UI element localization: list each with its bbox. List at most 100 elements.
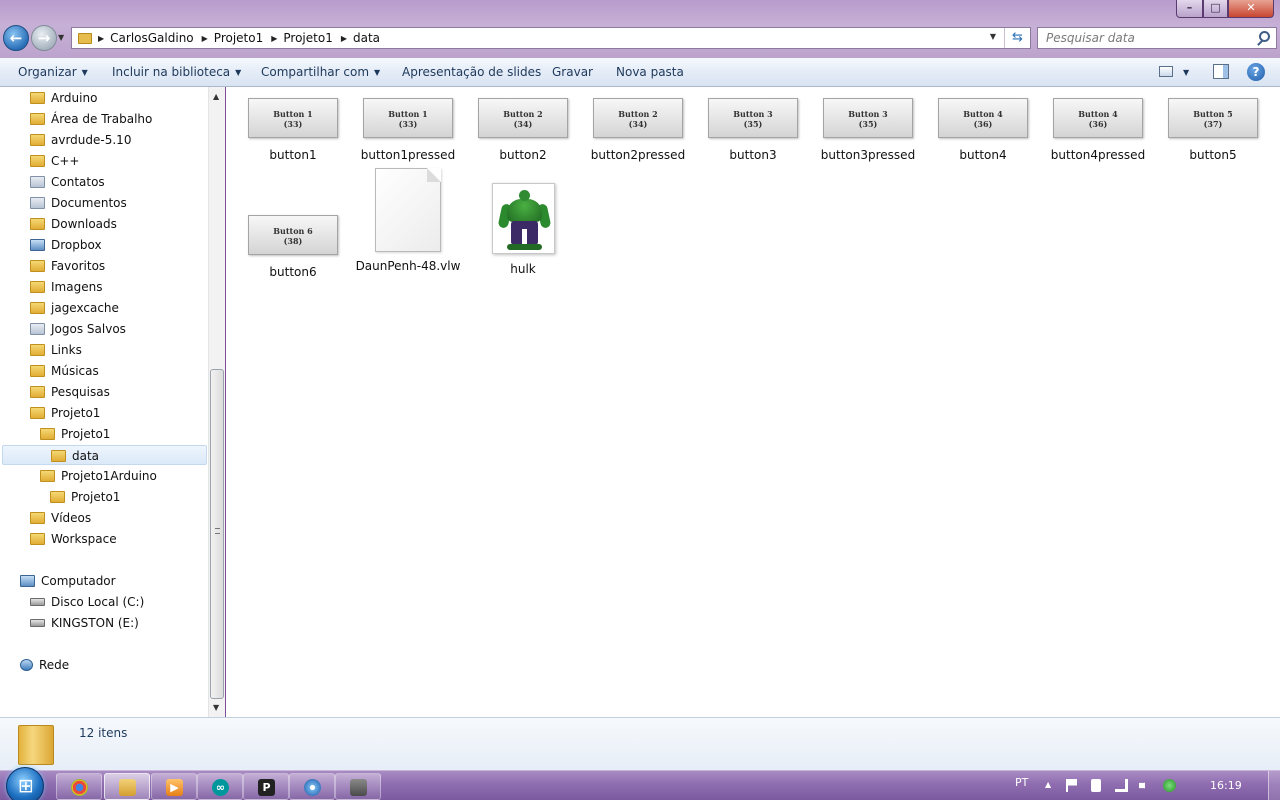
taskbar-chrome[interactable]	[56, 773, 102, 800]
power-icon[interactable]	[1091, 779, 1101, 792]
chevron-right-icon[interactable]: ▶	[98, 34, 104, 43]
folder-icon	[30, 134, 45, 146]
minimize-button[interactable]: –	[1176, 0, 1203, 18]
file-item-button2pressed[interactable]: Button 2 (34) button2pressed	[583, 98, 693, 162]
show-hidden-icons-icon[interactable]: ▲	[1045, 780, 1051, 789]
start-button[interactable]	[6, 767, 45, 800]
sidebar-item-avrdude[interactable]: avrdude-5.10	[30, 130, 131, 150]
sidebar-item-links[interactable]: Links	[30, 340, 82, 360]
search-input[interactable]	[1038, 28, 1238, 48]
sidebar-item-dropbox[interactable]: Dropbox	[30, 235, 102, 255]
include-library-label: Incluir na biblioteca	[112, 65, 231, 79]
taskbar-app[interactable]	[335, 773, 381, 800]
scroll-down-icon[interactable]: ▼	[213, 703, 219, 712]
scrollbar-thumb[interactable]	[210, 369, 224, 699]
file-item-button1pressed[interactable]: Button 1 (33) button1pressed	[353, 98, 463, 162]
file-item-button1[interactable]: Button 1 (33) button1	[238, 98, 348, 162]
sidebar-item-rede[interactable]: Rede	[20, 655, 69, 675]
sidebar-item-pesquisas[interactable]: Pesquisas	[30, 382, 110, 402]
generic-file-icon	[375, 168, 441, 252]
sidebar-item-computador[interactable]: Computador	[20, 571, 116, 591]
navigation-scrollbar[interactable]: ▲ ▼	[208, 87, 225, 717]
breadcrumb-carlosgaldino[interactable]: CarlosGaldino	[110, 31, 193, 45]
sidebar-item-label: Links	[51, 343, 82, 357]
action-center-flag-icon[interactable]	[1066, 779, 1077, 792]
file-item-button4pressed[interactable]: Button 4 (36) button4pressed	[1043, 98, 1153, 162]
sidebar-item-disco-local[interactable]: Disco Local (C:)	[30, 592, 144, 612]
sidebar-item-label: Workspace	[51, 532, 117, 546]
sidebar-item-imagens[interactable]: Imagens	[30, 277, 102, 297]
new-folder-button[interactable]: Nova pasta	[616, 65, 684, 79]
sidebar-item-projeto1arduino[interactable]: Projeto1Arduino	[40, 466, 157, 486]
scroll-up-icon[interactable]: ▲	[213, 92, 219, 101]
file-item-button2[interactable]: Button 2 (34) button2	[468, 98, 578, 162]
hulk-head	[518, 190, 530, 201]
usb-drive-icon	[30, 619, 45, 627]
back-arrow-icon: ←	[9, 29, 23, 47]
contacts-icon	[30, 176, 45, 188]
breadcrumb-projeto1[interactable]: Projeto1	[214, 31, 263, 45]
chevron-down-icon[interactable]: ▼	[1183, 68, 1189, 77]
address-bar[interactable]: ▶ CarlosGaldino ▶ Projeto1 ▶ Projeto1 ▶ …	[71, 27, 1031, 49]
file-item-button4[interactable]: Button 4 (36) button4	[928, 98, 1038, 162]
burn-button[interactable]: Gravar	[552, 65, 593, 79]
change-view-icon[interactable]	[1159, 66, 1173, 77]
sidebar-item-kingston[interactable]: KINGSTON (E:)	[30, 613, 139, 633]
tray-app-icon[interactable]	[1163, 779, 1176, 792]
file-item-button3pressed[interactable]: Button 3 (35) button3pressed	[813, 98, 923, 162]
share-with-menu[interactable]: Compartilhar com ▼	[261, 65, 380, 79]
sidebar-item-arduino[interactable]: Arduino	[30, 88, 97, 108]
language-indicator[interactable]: PT	[1015, 776, 1028, 789]
breadcrumb-projeto1-sub[interactable]: Projeto1	[283, 31, 332, 45]
sidebar-item-contatos[interactable]: Contatos	[30, 172, 105, 192]
help-icon[interactable]: ?	[1247, 63, 1265, 81]
sidebar-item-videos[interactable]: Vídeos	[30, 508, 91, 528]
taskbar-media-player[interactable]: ▶	[151, 773, 197, 800]
sidebar-item-documentos[interactable]: Documentos	[30, 193, 127, 213]
chevron-right-icon[interactable]: ▶	[341, 34, 347, 43]
recent-pages-dropdown[interactable]: ▼	[58, 33, 64, 42]
maximize-button[interactable]: □	[1203, 0, 1228, 18]
sidebar-item-jogos-salvos[interactable]: Jogos Salvos	[30, 319, 126, 339]
taskbar-explorer[interactable]	[104, 773, 150, 800]
organize-menu[interactable]: Organizar ▼	[18, 65, 88, 79]
address-dropdown-icon[interactable]: ▼	[990, 32, 996, 41]
clock[interactable]: 16:19	[1210, 779, 1242, 792]
volume-icon[interactable]	[1139, 779, 1152, 792]
sidebar-item-data[interactable]: data	[2, 445, 207, 465]
file-item-button3[interactable]: Button 3 (35) button3	[698, 98, 808, 162]
refresh-button[interactable]: ⇆	[1004, 28, 1030, 48]
chevron-right-icon[interactable]: ▶	[271, 34, 277, 43]
sidebar-item-projeto1-arduino-sub[interactable]: Projeto1	[50, 487, 120, 507]
sidebar-item-cpp[interactable]: C++	[30, 151, 80, 171]
search-icon[interactable]	[1259, 31, 1270, 42]
sidebar-item-downloads[interactable]: Downloads	[30, 214, 117, 234]
sidebar-item-favoritos[interactable]: Favoritos	[30, 256, 105, 276]
file-item-daunpenh[interactable]: DaunPenh-48.vlw	[353, 168, 463, 273]
explorer-icon	[119, 779, 136, 796]
file-item-button6[interactable]: Button 6 (38) button6	[238, 215, 348, 279]
search-box[interactable]	[1037, 27, 1277, 49]
sidebar-item-workspace[interactable]: Workspace	[30, 529, 117, 549]
file-item-hulk[interactable]: hulk	[468, 183, 578, 276]
sidebar-item-projeto1[interactable]: Projeto1	[30, 403, 100, 423]
include-library-menu[interactable]: Incluir na biblioteca ▼	[112, 65, 241, 79]
close-button[interactable]: ✕	[1228, 0, 1274, 18]
sidebar-item-label: Projeto1	[71, 490, 121, 504]
taskbar-arduino[interactable]: ∞	[197, 773, 243, 800]
slideshow-button[interactable]: Apresentação de slides	[402, 65, 541, 79]
sidebar-item-area-de-trabalho[interactable]: Área de Trabalho	[30, 109, 152, 129]
show-desktop-button[interactable]	[1268, 771, 1280, 800]
breadcrumb-data[interactable]: data	[353, 31, 380, 45]
chevron-right-icon[interactable]: ▶	[202, 34, 208, 43]
preview-pane-icon[interactable]	[1213, 64, 1229, 79]
back-button[interactable]: ←	[3, 25, 29, 51]
sidebar-item-musicas[interactable]: Músicas	[30, 361, 99, 381]
sidebar-item-projeto1-sub[interactable]: Projeto1	[40, 424, 110, 444]
network-signal-icon[interactable]	[1115, 779, 1128, 792]
forward-button[interactable]: →	[31, 25, 57, 51]
sidebar-item-jagexcache[interactable]: jagexcache	[30, 298, 119, 318]
file-item-button5[interactable]: Button 5 (37) button5	[1158, 98, 1268, 162]
taskbar-paint[interactable]	[289, 773, 335, 800]
taskbar-p-app[interactable]: P	[243, 773, 289, 800]
